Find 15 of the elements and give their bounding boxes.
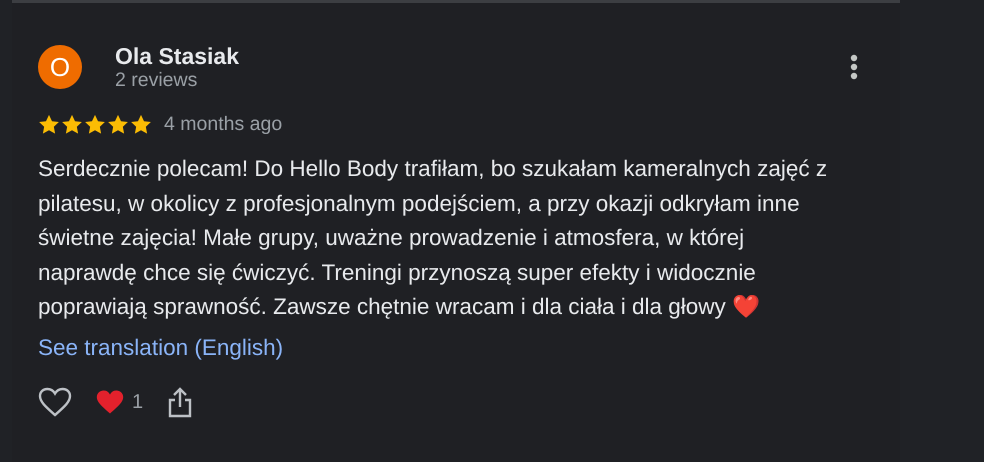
- review-count: 2 reviews: [115, 69, 198, 91]
- star-icon: [107, 114, 129, 135]
- star-icon: [84, 114, 106, 135]
- review-date: 4 months ago: [164, 113, 282, 136]
- share-icon[interactable]: [167, 386, 194, 418]
- review-text: Serdecznie polecam! Do Hello Body trafiłam, bo szukałam kameralnych zajęć z pilatesu, w okolicy z profesjonalnym podejściem, a przy okazji odkryłam inne świetne zajęcia! Małe grupy, uważne prowadzenie i atmosfera, w której naprawdę chce się ćwiczyć. Treningi przynoszą super efekty i widocznie poprawiają sprawność. Zawsze chętnie wracam i dla ciała i dla głowy ❤: [38, 155, 828, 321]
- translation-link[interactable]: See translation (English): [38, 334, 284, 360]
- star-icon: [130, 114, 152, 135]
- star-icon: [61, 114, 83, 135]
- more-options-icon[interactable]: [850, 54, 858, 80]
- author-name[interactable]: Ola Stasiak: [115, 43, 850, 69]
- heart-icon[interactable]: [96, 389, 124, 415]
- reaction-count: 1: [132, 390, 144, 414]
- heart-outline-icon[interactable]: [38, 387, 72, 417]
- star-icon: [38, 114, 60, 135]
